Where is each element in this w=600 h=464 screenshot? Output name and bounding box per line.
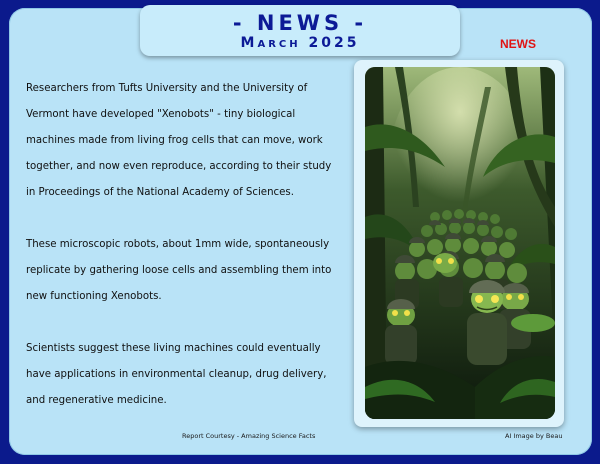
issue-date: March 2025 [240, 35, 360, 51]
article-paragraph-2: These microscopic robots, about 1mm wide… [26, 239, 332, 302]
article-paragraph-1: Researchers from Tufts University and th… [26, 83, 332, 198]
header-tab: - NEWS - March 2025 [140, 5, 460, 56]
page-title: - NEWS - [232, 11, 368, 35]
article-paragraph-3: Scientists suggest these living machines… [26, 343, 327, 406]
jungle-frog-soldiers-illustration [365, 67, 555, 419]
article-body: Researchers from Tufts University and th… [26, 76, 338, 414]
article-image [365, 67, 555, 419]
news-badge: NEWS [500, 37, 536, 51]
image-card [354, 60, 564, 427]
image-credit: AI Image by Beau [505, 432, 563, 440]
report-credit: Report Courtesy - Amazing Science Facts [182, 432, 316, 440]
